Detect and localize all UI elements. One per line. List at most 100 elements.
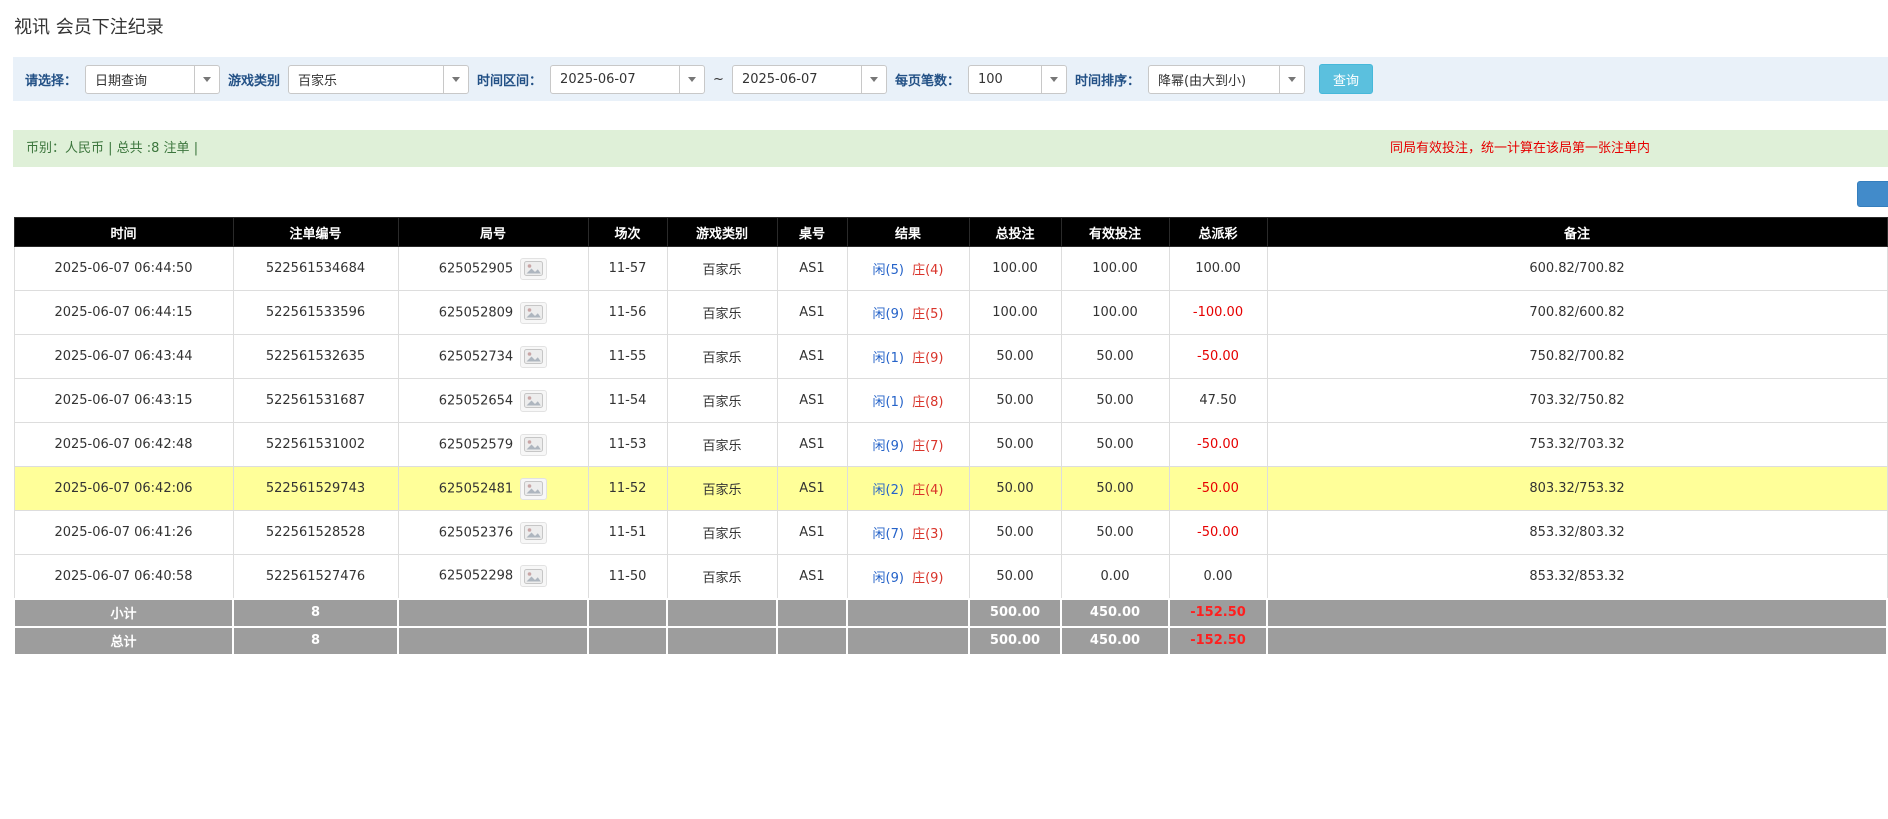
cell-result: 闲(9) 庄(7) <box>847 423 969 467</box>
cell-result: 闲(7) 庄(3) <box>847 511 969 555</box>
table-row: 2025-06-07 06:41:26 522561528528 6250523… <box>14 511 1887 555</box>
total-bet-link[interactable]: 100.00 <box>969 247 1061 291</box>
date-range-label: 时间区间： <box>477 70 542 89</box>
cell-bet-id: 522561528528 <box>233 511 398 555</box>
cell-valid-bet: 50.00 <box>1061 423 1169 467</box>
sort-select[interactable]: 降幂(由大到小) <box>1148 65 1305 94</box>
date-from-input[interactable]: 2025-06-07 <box>550 65 705 94</box>
cell-game-type: 百家乐 <box>667 291 777 335</box>
cell-valid-bet: 50.00 <box>1061 335 1169 379</box>
round-media-icon[interactable] <box>520 434 547 456</box>
round-media-icon[interactable] <box>520 302 547 324</box>
chevron-down-icon[interactable] <box>679 66 704 93</box>
cell-game-type: 百家乐 <box>667 467 777 511</box>
result-player: 闲(7) <box>873 527 904 542</box>
round-media-icon[interactable] <box>520 478 547 500</box>
cell-time: 2025-06-07 06:43:15 <box>14 379 233 423</box>
cell-time: 2025-06-07 06:41:26 <box>14 511 233 555</box>
round-media-icon[interactable] <box>520 346 547 368</box>
table-row: 2025-06-07 06:42:06 522561529743 6250524… <box>14 467 1887 511</box>
column-header: 结果 <box>847 218 969 247</box>
cell-valid-bet: 50.00 <box>1061 379 1169 423</box>
date-to-input[interactable]: 2025-06-07 <box>732 65 887 94</box>
cell-note: 700.82/600.82 <box>1267 291 1887 335</box>
cell-bet-id: 522561527476 <box>233 555 398 599</box>
cell-table-no: AS1 <box>777 423 847 467</box>
cell-payout: -50.00 <box>1169 467 1267 511</box>
summary-empty-cell <box>667 599 777 627</box>
cell-note: 750.82/700.82 <box>1267 335 1887 379</box>
page-title: 视讯 会员下注纪录 <box>14 13 164 39</box>
cell-round-id: 625052654 <box>398 379 588 423</box>
cell-table-no: AS1 <box>777 335 847 379</box>
round-id-text: 625052734 <box>439 349 513 364</box>
summary-empty-cell <box>1267 627 1887 655</box>
cell-valid-bet: 100.00 <box>1061 291 1169 335</box>
summary-empty-cell <box>847 599 969 627</box>
result-banker: 庄(9) <box>912 351 943 366</box>
cell-bet-id: 522561533596 <box>233 291 398 335</box>
cell-payout: 100.00 <box>1169 247 1267 291</box>
chevron-down-icon[interactable] <box>861 66 886 93</box>
total-bet-link[interactable]: 50.00 <box>969 335 1061 379</box>
caret-glyph <box>452 77 460 82</box>
total-bet-link[interactable]: 50.00 <box>969 467 1061 511</box>
cell-game-type: 百家乐 <box>667 247 777 291</box>
round-id-text: 625052376 <box>439 525 513 540</box>
round-media-icon[interactable] <box>520 390 547 412</box>
game-type-select[interactable]: 百家乐 <box>288 65 469 94</box>
cell-valid-bet: 100.00 <box>1061 247 1169 291</box>
round-media-icon[interactable] <box>520 522 547 544</box>
result-player: 闲(9) <box>873 307 904 322</box>
chevron-down-icon[interactable] <box>1279 66 1304 93</box>
summary-row: 总计 8 500.00 450.00 -152.50 <box>14 627 1887 655</box>
top-right-partial-button[interactable] <box>1857 181 1888 207</box>
result-player: 闲(1) <box>873 351 904 366</box>
cell-game-type: 百家乐 <box>667 511 777 555</box>
total-bet-link[interactable]: 50.00 <box>969 555 1061 599</box>
query-type-value: 日期查询 <box>86 66 194 93</box>
cell-result: 闲(9) 庄(5) <box>847 291 969 335</box>
cell-valid-bet: 0.00 <box>1061 555 1169 599</box>
query-type-select[interactable]: 日期查询 <box>85 65 220 94</box>
chevron-down-icon[interactable] <box>194 66 219 93</box>
cell-time: 2025-06-07 06:42:48 <box>14 423 233 467</box>
search-button[interactable]: 查询 <box>1319 64 1373 94</box>
result-player: 闲(9) <box>873 571 904 586</box>
summary-row: 小计 8 500.00 450.00 -152.50 <box>14 599 1887 627</box>
date-range-separator: ~ <box>713 72 724 87</box>
page-size-select[interactable]: 100 <box>968 65 1067 94</box>
result-player: 闲(9) <box>873 439 904 454</box>
cell-session: 11-51 <box>588 511 667 555</box>
date-from-value: 2025-06-07 <box>551 66 679 93</box>
result-banker: 庄(4) <box>912 483 943 498</box>
page-size-value: 100 <box>969 66 1041 93</box>
cell-note: 600.82/700.82 <box>1267 247 1887 291</box>
filter-bar: 请选择： 日期查询 游戏类别 百家乐 时间区间： 2025-06-07 ~ 20… <box>13 57 1888 101</box>
summary-left-text: 币别：人民币 | 总共 :8 注单 | <box>26 130 198 167</box>
cell-payout: -50.00 <box>1169 335 1267 379</box>
total-bet-link[interactable]: 50.00 <box>969 511 1061 555</box>
cell-payout: 47.50 <box>1169 379 1267 423</box>
cell-session: 11-53 <box>588 423 667 467</box>
round-media-icon[interactable] <box>520 258 547 280</box>
total-bet-link[interactable]: 50.00 <box>969 379 1061 423</box>
round-id-text: 625052481 <box>439 481 513 496</box>
round-media-icon[interactable] <box>520 565 547 587</box>
result-banker: 庄(5) <box>912 307 943 322</box>
cell-table-no: AS1 <box>777 247 847 291</box>
result-banker: 庄(7) <box>912 439 943 454</box>
summary-empty-cell <box>588 627 667 655</box>
total-bet-link[interactable]: 100.00 <box>969 291 1061 335</box>
cell-round-id: 625052481 <box>398 467 588 511</box>
chevron-down-icon[interactable] <box>443 66 468 93</box>
cell-table-no: AS1 <box>777 511 847 555</box>
table-row: 2025-06-07 06:40:58 522561527476 6250522… <box>14 555 1887 599</box>
summary-bar: 币别：人民币 | 总共 :8 注单 | 同局有效投注，统一计算在该局第一张注单内 <box>13 130 1888 167</box>
cell-bet-id: 522561531002 <box>233 423 398 467</box>
table-row: 2025-06-07 06:44:50 522561534684 6250529… <box>14 247 1887 291</box>
chevron-down-icon[interactable] <box>1041 66 1066 93</box>
caret-glyph <box>1050 77 1058 82</box>
total-bet-link[interactable]: 50.00 <box>969 423 1061 467</box>
cell-result: 闲(1) 庄(9) <box>847 335 969 379</box>
